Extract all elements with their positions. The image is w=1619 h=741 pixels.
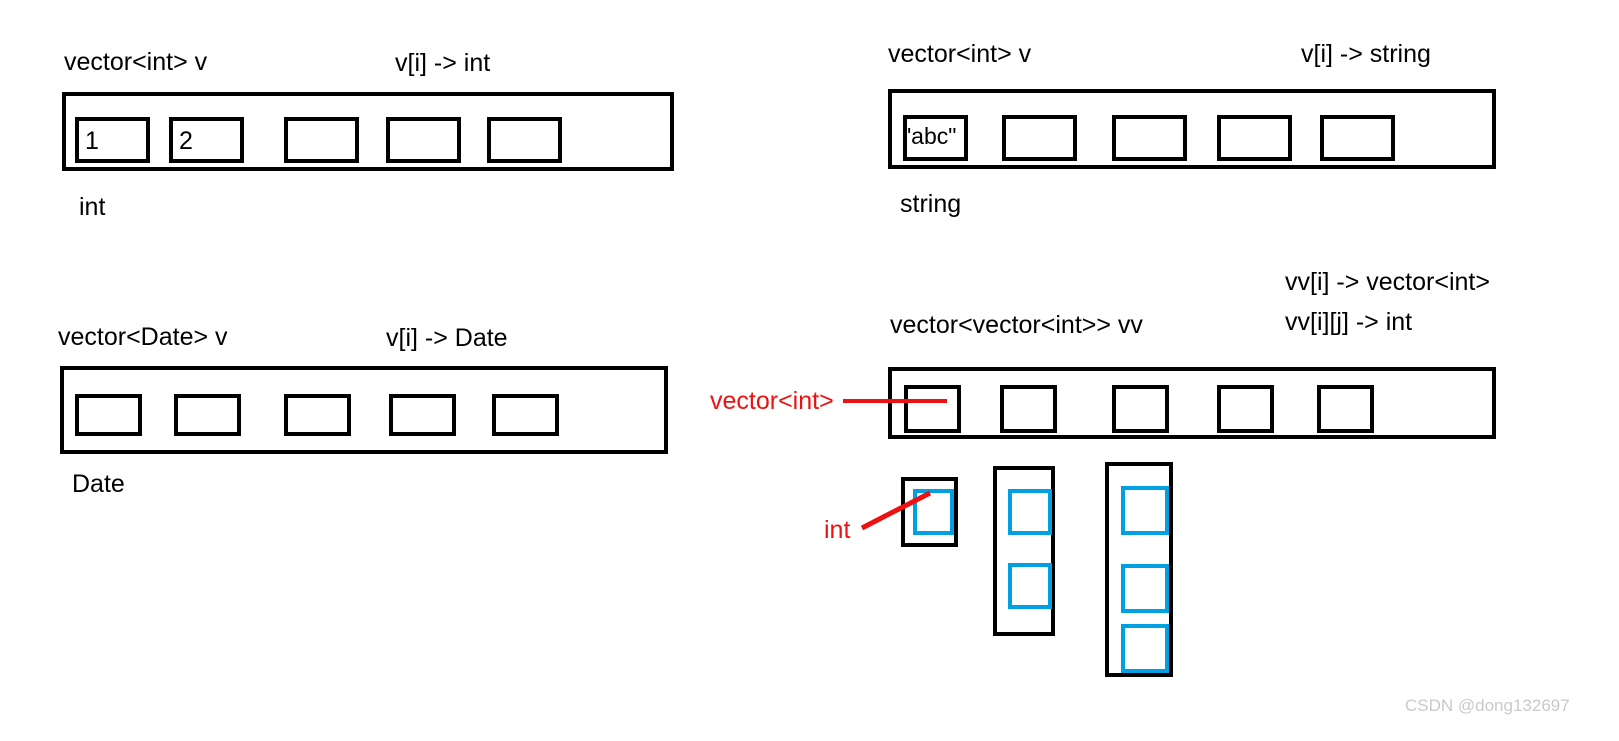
table-row [284,394,351,436]
table-row [1000,385,1057,433]
list-item [1008,489,1052,535]
table-row [1002,115,1077,161]
bottom-left-index-label: v[i] -> Date [386,324,508,352]
table-row [1320,115,1395,161]
inner-vector-container-1 [993,466,1055,636]
top-left-vector-container [62,92,674,171]
top-right-index-label: v[i] -> string [1301,40,1431,68]
bottom-right-vector-container [888,367,1496,439]
callout-label-int: int [824,516,851,544]
table-row [1112,385,1169,433]
bottom-left-element-type-label: Date [72,470,125,498]
callout-leader-line-int [860,490,932,531]
inner-vector-container-2 [1105,462,1173,677]
list-item [1121,624,1169,673]
top-right-element-type-label: string [900,190,962,218]
diagram-canvas: vector<int> v v[i] -> int 1 2 int vector… [0,0,1619,741]
table-row [487,117,562,163]
bottom-left-type-label: vector<Date> v [58,323,228,351]
table-row [174,394,241,436]
table-row [1217,385,1274,433]
top-right-vector-container [888,89,1496,169]
list-item [1008,563,1052,609]
table-row [1317,385,1374,433]
table-row [75,394,142,436]
list-item [1121,486,1169,535]
top-left-cell-value-1: 2 [179,127,193,155]
table-row [284,117,359,163]
table-row [1112,115,1187,161]
top-right-type-label: vector<int> v [888,40,1032,68]
table-row [904,385,961,433]
top-right-cell-value-0: "abc" [903,123,957,149]
top-left-element-type-label: int [79,193,106,221]
table-row [1217,115,1292,161]
bottom-right-index-label-2: vv[i][j] -> int [1285,308,1413,336]
bottom-right-type-label: vector<vector<int>> vv [890,311,1143,339]
table-row [386,117,461,163]
table-row [389,394,456,436]
callout-label-vector-int: vector<int> [710,387,834,415]
table-row [492,394,559,436]
bottom-left-vector-container [60,366,668,454]
list-item [1121,564,1169,613]
callout-leader-line-vector-int [843,399,947,403]
watermark: CSDN @dong132697 [1405,696,1570,715]
top-left-cell-value-0: 1 [85,127,99,155]
top-left-index-label: v[i] -> int [395,49,491,77]
bottom-right-index-label-1: vv[i] -> vector<int> [1285,268,1490,296]
top-left-type-label: vector<int> v [64,48,208,76]
